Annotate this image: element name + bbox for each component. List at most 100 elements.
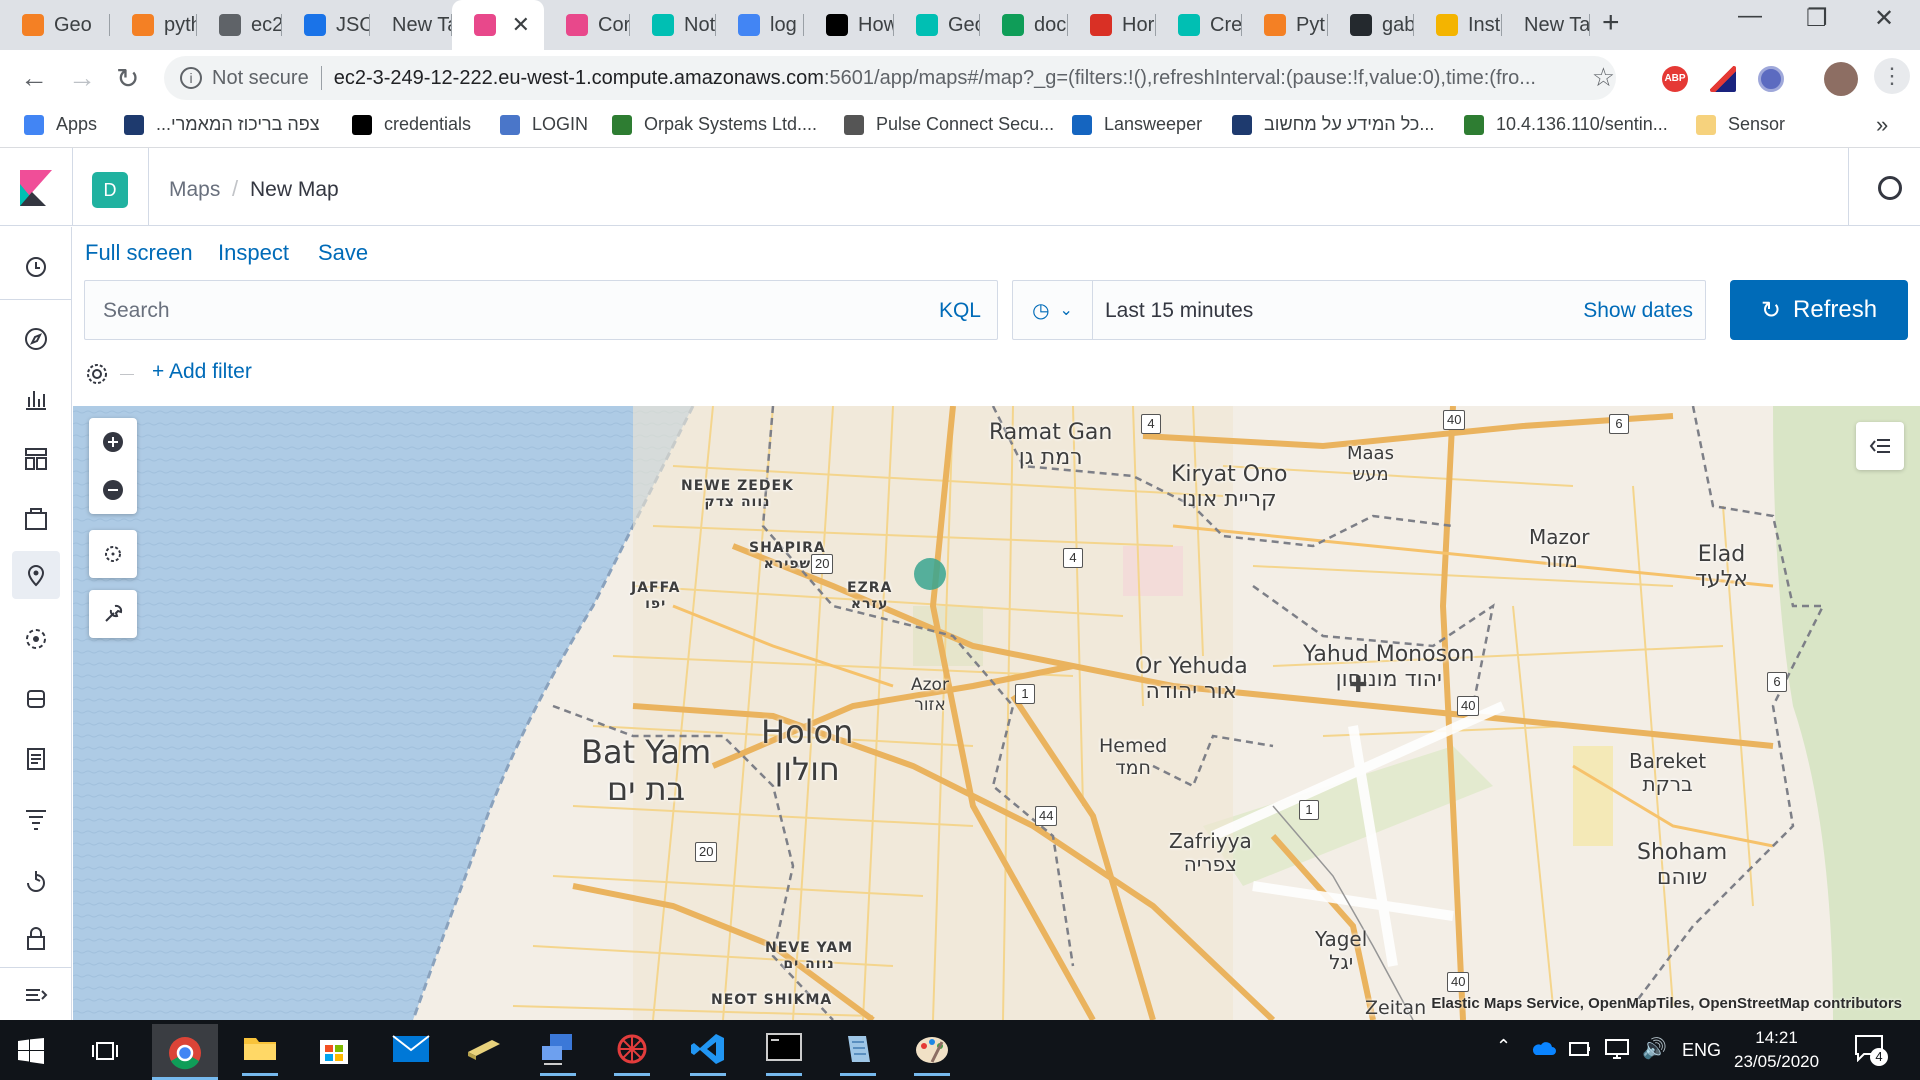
file-explorer-icon[interactable] bbox=[242, 1032, 278, 1076]
discover-compass-icon[interactable] bbox=[22, 325, 50, 353]
breadcrumb-maps[interactable]: Maps bbox=[169, 178, 220, 202]
bookmark-item[interactable]: Sensor bbox=[1696, 114, 1785, 135]
minimize-button[interactable]: — bbox=[1738, 2, 1762, 30]
kql-toggle-button[interactable]: KQL bbox=[939, 299, 981, 323]
action-center-icon[interactable]: 4 bbox=[1854, 1034, 1888, 1066]
bookmarks-overflow-icon[interactable]: » bbox=[1876, 112, 1888, 138]
siem-lock-icon[interactable] bbox=[22, 925, 50, 953]
browser-tab[interactable]: New Tab bbox=[1502, 0, 1590, 50]
visualize-icon[interactable] bbox=[22, 385, 50, 413]
store-icon[interactable] bbox=[316, 1032, 352, 1068]
show-hidden-icons-chevron-icon[interactable]: ⌃ bbox=[1496, 1036, 1511, 1057]
layer-control-toggle-icon[interactable] bbox=[1856, 422, 1904, 470]
volume-icon[interactable]: 🔊 bbox=[1642, 1036, 1667, 1061]
maps-nav-item[interactable] bbox=[12, 551, 60, 599]
add-filter-button[interactable]: + Add filter bbox=[152, 360, 252, 384]
bookmark-item[interactable]: 10.4.136.110/sentin... bbox=[1464, 114, 1668, 135]
apm-icon[interactable] bbox=[22, 805, 50, 833]
windows-start-icon[interactable] bbox=[18, 1038, 44, 1064]
map-canvas[interactable]: Ramat Gan רמת גן Kiryat Ono קריית אונו Maa… bbox=[73, 406, 1920, 1020]
dashboard-icon[interactable] bbox=[22, 445, 50, 473]
map-attribution[interactable]: Elastic Maps Service, OpenMapTiles, Open… bbox=[1431, 995, 1902, 1012]
browser-tab[interactable]: ✕ bbox=[452, 0, 544, 50]
close-tab-icon[interactable]: ✕ bbox=[512, 12, 530, 38]
bookmark-star-icon[interactable]: ☆ bbox=[1592, 62, 1615, 93]
save-link[interactable]: Save bbox=[318, 240, 368, 266]
bookmark-item[interactable]: LOGIN bbox=[500, 114, 588, 135]
bookmark-item[interactable]: Apps bbox=[24, 114, 97, 135]
network-icon[interactable] bbox=[1604, 1038, 1630, 1060]
remote-desktop-icon[interactable] bbox=[540, 1032, 576, 1076]
battery-power-icon[interactable] bbox=[1568, 1038, 1592, 1058]
quick-menu-button[interactable]: ◷ ⌄ bbox=[1013, 281, 1093, 339]
extension-check-icon[interactable] bbox=[1758, 66, 1784, 92]
restore-button[interactable]: ❐ bbox=[1806, 4, 1828, 33]
adblock-icon[interactable]: ABP bbox=[1662, 66, 1688, 92]
chrome-menu-icon[interactable]: ⋮ bbox=[1874, 58, 1910, 94]
browser-tab[interactable]: Cor bbox=[544, 0, 630, 50]
crosshair-icon[interactable] bbox=[89, 530, 137, 578]
bookmark-item[interactable]: Lansweeper bbox=[1072, 114, 1202, 135]
show-dates-link[interactable]: Show dates bbox=[1583, 299, 1693, 323]
browser-tab[interactable]: log bbox=[716, 0, 804, 50]
search-input[interactable]: Search KQL bbox=[84, 280, 998, 340]
bookmark-item[interactable]: ...צפה בריכוז המאמרי bbox=[124, 114, 320, 135]
bookmark-item[interactable]: Pulse Connect Secu... bbox=[844, 114, 1054, 135]
reload-icon[interactable]: ↻ bbox=[116, 62, 139, 95]
paint-icon[interactable] bbox=[914, 1032, 950, 1076]
browser-tab[interactable]: pyth bbox=[110, 0, 197, 50]
help-icon[interactable] bbox=[1878, 176, 1902, 200]
recent-clock-icon[interactable] bbox=[22, 253, 50, 281]
app-icon[interactable] bbox=[466, 1032, 502, 1068]
notepad-icon[interactable] bbox=[840, 1032, 876, 1076]
back-icon[interactable]: ← bbox=[20, 62, 48, 94]
system-clock[interactable]: 14:21 23/05/2020 bbox=[1734, 1026, 1819, 1074]
mail-icon[interactable] bbox=[392, 1032, 430, 1068]
bookmark-item[interactable]: credentials bbox=[352, 114, 471, 135]
profile-avatar[interactable] bbox=[1824, 62, 1858, 96]
filter-settings-gear-icon[interactable] bbox=[84, 361, 110, 387]
network-tool-icon[interactable] bbox=[614, 1032, 650, 1076]
kibana-logo-icon[interactable] bbox=[20, 170, 52, 206]
address-bar[interactable]: i Not secure ec2-3-249-12-222.eu-west-1.… bbox=[164, 56, 1616, 100]
canvas-icon[interactable] bbox=[22, 505, 50, 533]
browser-tab[interactable]: Geo bbox=[894, 0, 980, 50]
refresh-button[interactable]: ↻ Refresh bbox=[1730, 280, 1908, 340]
wrench-icon[interactable] bbox=[89, 590, 137, 638]
bookmark-item[interactable]: Orpak Systems Ltd.... bbox=[612, 114, 817, 135]
inspect-link[interactable]: Inspect bbox=[218, 240, 289, 266]
close-window-button[interactable]: ✕ bbox=[1874, 4, 1894, 33]
time-range-text[interactable]: Last 15 minutes bbox=[1105, 299, 1253, 323]
browser-tab[interactable]: Inst bbox=[1414, 0, 1502, 50]
terminal-icon[interactable] bbox=[766, 1032, 802, 1076]
url-text[interactable]: ec2-3-249-12-222.eu-west-1.compute.amazo… bbox=[334, 67, 1594, 90]
browser-tab[interactable]: Cre bbox=[1156, 0, 1242, 50]
chrome-taskbar-icon[interactable] bbox=[152, 1024, 218, 1080]
extension-icon[interactable] bbox=[1710, 66, 1736, 92]
full-screen-link[interactable]: Full screen bbox=[85, 240, 193, 266]
language-indicator[interactable]: ENG bbox=[1682, 1040, 1721, 1061]
browser-tab[interactable]: Hor bbox=[1068, 0, 1156, 50]
infrastructure-icon[interactable] bbox=[22, 685, 50, 713]
zoom-in-icon[interactable] bbox=[89, 418, 137, 466]
dock-navigation-icon[interactable] bbox=[22, 981, 50, 1009]
browser-tab[interactable]: How bbox=[804, 0, 894, 50]
browser-tab[interactable]: Not bbox=[630, 0, 716, 50]
ml-icon[interactable] bbox=[22, 625, 50, 653]
browser-tab[interactable]: JSO bbox=[282, 0, 370, 50]
info-icon[interactable]: i bbox=[180, 67, 202, 89]
security-label[interactable]: Not secure bbox=[212, 67, 309, 90]
browser-tab[interactable]: doc bbox=[980, 0, 1068, 50]
browser-tab[interactable]: Pyt bbox=[1242, 0, 1328, 50]
browser-tab[interactable]: New Tab bbox=[370, 0, 452, 50]
zoom-out-icon[interactable] bbox=[89, 466, 137, 514]
browser-tab[interactable]: gab bbox=[1328, 0, 1414, 50]
logs-icon[interactable] bbox=[22, 745, 50, 773]
map-data-point[interactable] bbox=[914, 558, 946, 590]
task-view-icon[interactable] bbox=[92, 1038, 118, 1064]
browser-tab[interactable]: Geo bbox=[0, 0, 110, 50]
browser-tab[interactable]: ec2 bbox=[197, 0, 282, 50]
uptime-icon[interactable] bbox=[22, 865, 50, 893]
new-tab-button[interactable]: + bbox=[1602, 6, 1620, 40]
onedrive-icon[interactable] bbox=[1530, 1040, 1556, 1056]
